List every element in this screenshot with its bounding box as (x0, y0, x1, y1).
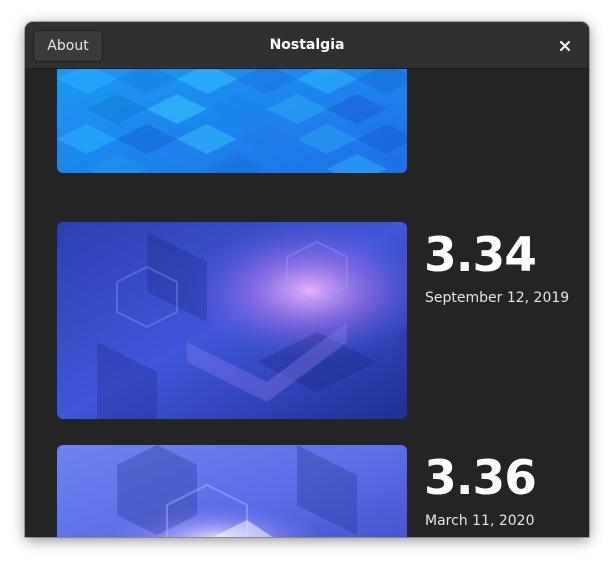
release-version-3: 3.36 (424, 451, 537, 506)
close-button[interactable] (553, 34, 577, 58)
window-title: Nostalgia (269, 37, 345, 53)
release-version-2: 3.34 (424, 228, 537, 283)
release-wallpaper-2 (57, 222, 407, 419)
close-icon (560, 41, 570, 51)
release-wallpaper-3 (57, 445, 407, 537)
release-date-2: September 12, 2019 (425, 290, 570, 306)
nostalgia-window: About Nostalgia 3.34 September 12, 2019 … (25, 22, 589, 537)
header-bar: About Nostalgia (25, 22, 589, 69)
release-wallpaper-1 (57, 69, 407, 173)
about-button[interactable]: About (33, 30, 103, 62)
release-date-3: March 11, 2020 (425, 513, 535, 529)
releases-list[interactable]: 3.34 September 12, 2019 3.36 March 11, 2… (25, 69, 589, 537)
